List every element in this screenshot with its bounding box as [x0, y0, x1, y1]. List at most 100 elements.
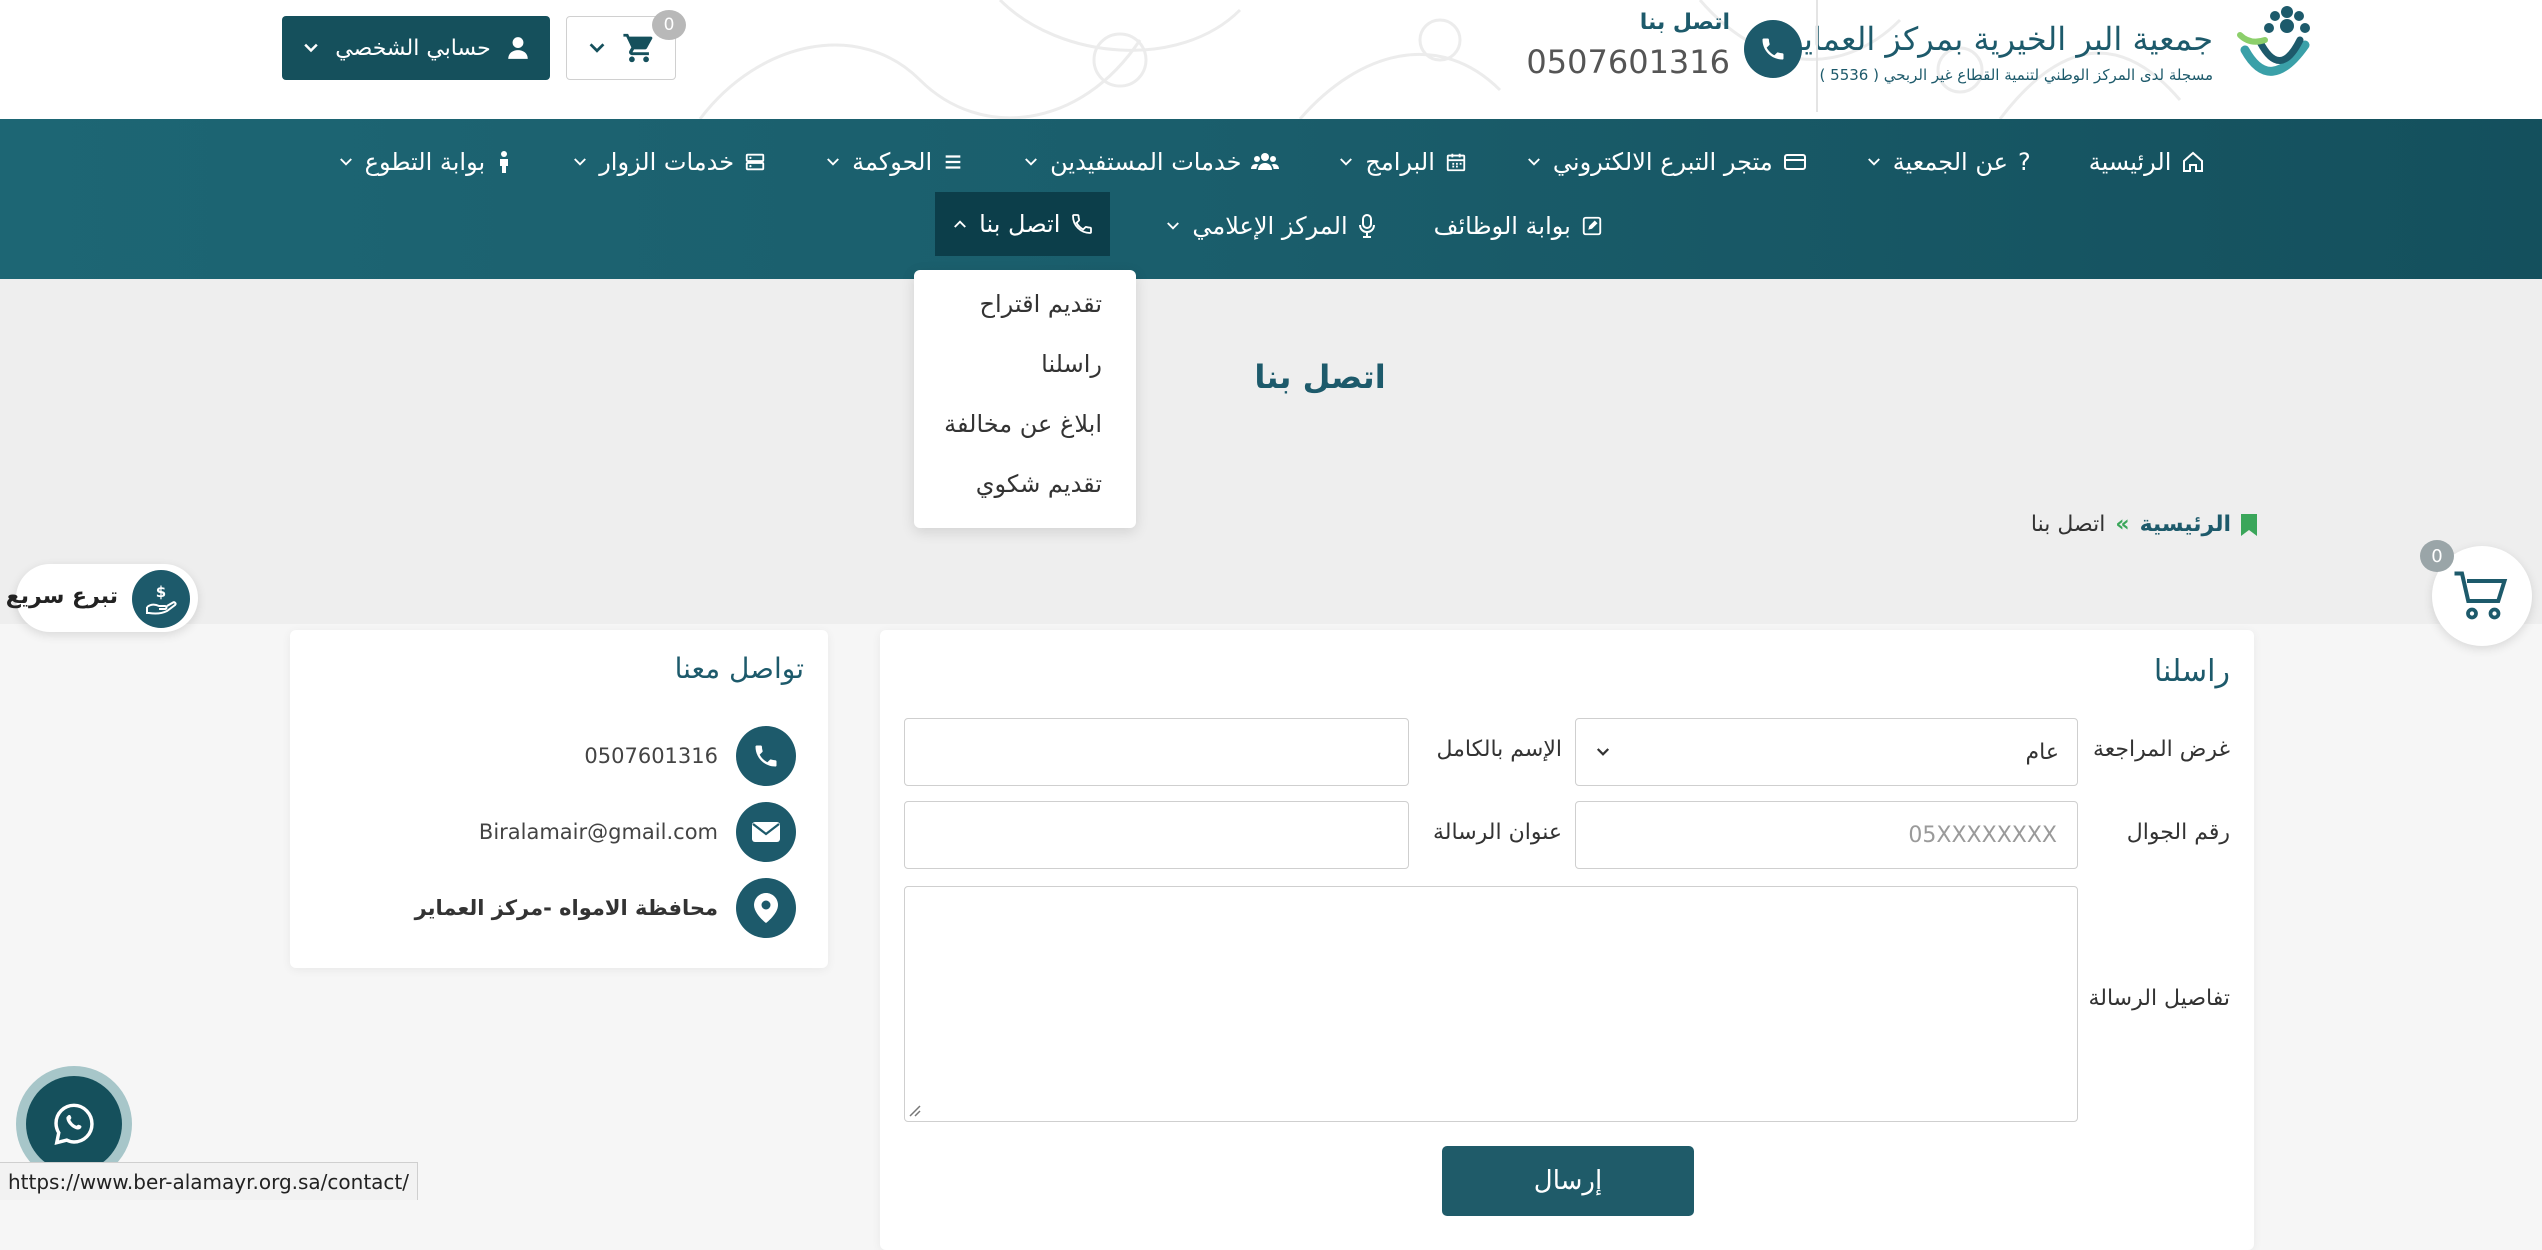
chevron-up-icon: [954, 220, 967, 228]
map-pin-icon: [736, 878, 796, 938]
chevron-down-icon: [1596, 748, 1610, 756]
header-divider: [1816, 0, 1818, 112]
nav-item-label: متجر التبرع الالكتروني: [1552, 148, 1773, 176]
nav-item-programs[interactable]: البرامج: [1333, 139, 1470, 185]
question-icon: ?: [2017, 148, 2031, 176]
nav-item-home[interactable]: الرئيسية: [2085, 139, 2210, 185]
my-account-button[interactable]: حسابي الشخصي: [282, 16, 550, 80]
nav-item-contact-us[interactable]: اتصل بنا: [935, 192, 1111, 256]
contact-us-dropdown: تقديم اقتراح راسلنا ابلاغ عن مخالفة تقدي…: [914, 270, 1136, 528]
contact-info-address-row: محافظة الامواه -مركز العماير: [415, 878, 796, 938]
dropdown-item-suggestion[interactable]: تقديم اقتراح: [980, 290, 1102, 318]
subject-label: عنوان الرسالة: [1433, 820, 1562, 845]
chevron-down-icon: [1340, 158, 1353, 166]
contact-info-phone[interactable]: 0507601316: [584, 744, 718, 768]
nav-item-jobs-portal[interactable]: بوابة الوظائف: [1430, 203, 1607, 249]
header-contact-label: اتصل بنا: [1639, 10, 1730, 35]
details-label: تفاصيل الرسالة: [2088, 986, 2230, 1011]
mobile-input[interactable]: [1575, 801, 2078, 869]
phone-icon: [736, 726, 796, 786]
submit-button[interactable]: إرسال: [1442, 1146, 1694, 1216]
page-hero: [0, 279, 2542, 624]
nav-item-label: بوابة التطوع: [364, 148, 486, 176]
chevron-down-icon: [339, 158, 352, 166]
mobile-label: رقم الجوال: [2126, 820, 2230, 845]
nav-item-label: عن الجمعية: [1892, 148, 2008, 176]
users-icon: [1251, 153, 1280, 170]
nav-item-label: اتصل بنا: [979, 210, 1061, 238]
nav-item-label: المركز الإعلامي: [1192, 212, 1348, 240]
nav-item-visitor-services[interactable]: خدمات الزوار: [567, 139, 770, 185]
logo-subtitle: مسجلة لدى المركز الوطني لتنمية القطاع غي…: [1819, 66, 2213, 84]
message-form-card: راسلنا غرض المراجعة عام الإسم بالكامل رق…: [880, 630, 2254, 1250]
chevron-down-icon: [304, 43, 318, 53]
svg-text:$: $: [156, 583, 166, 601]
calendar-icon: [1446, 153, 1466, 172]
resize-grip-icon[interactable]: [908, 1104, 922, 1118]
purpose-select[interactable]: عام: [1575, 718, 2078, 786]
quick-donate-label: تبرع سريع: [5, 584, 118, 609]
contact-info-email-row: Biralamair@gmail.com: [479, 802, 796, 862]
bookmark-icon: [2241, 513, 2257, 536]
chevron-down-icon: [574, 158, 587, 166]
nav-item-about[interactable]: ? عن الجمعية: [1861, 139, 2035, 185]
edit-square-icon: [1582, 216, 1602, 236]
nav-item-label: البرامج: [1365, 148, 1435, 176]
phone-icon: [1744, 20, 1802, 78]
breadcrumb-current: اتصل بنا: [2030, 512, 2106, 537]
cart-count-badge: 0: [652, 10, 686, 40]
quick-donate-button[interactable]: $ تبرع سريع: [6, 564, 198, 632]
cart-icon: [623, 33, 653, 63]
nav-item-beneficiary-services[interactable]: خدمات المستفيدين: [1018, 139, 1283, 185]
breadcrumb-home-link[interactable]: الرئيسية: [2140, 512, 2231, 537]
logo-mark-icon: [2237, 6, 2310, 76]
logo-title: جمعية البر الخيرية بمركز العماير: [1786, 20, 2213, 58]
chevron-down-icon: [1867, 158, 1880, 166]
nav-item-label: خدمات الزوار: [599, 148, 735, 176]
nav-item-label: بوابة الوظائف: [1433, 212, 1571, 240]
chevron-down-icon: [827, 158, 840, 166]
chevron-down-icon: [1167, 222, 1180, 230]
nav-item-donation-store[interactable]: متجر التبرع الالكتروني: [1521, 139, 1811, 185]
fullname-label: الإسم بالكامل: [1436, 737, 1562, 762]
contact-info-address: محافظة الامواه -مركز العماير: [414, 896, 718, 920]
my-account-label: حسابي الشخصي: [335, 35, 491, 61]
header-contact[interactable]: اتصل بنا 0507601316: [1526, 8, 1802, 92]
phone-icon: [1072, 214, 1093, 234]
fullname-input[interactable]: [904, 718, 1409, 786]
form-title: راسلنا: [2153, 654, 2230, 689]
user-icon: [507, 37, 528, 59]
status-bar-url: https://www.ber-alamayr.org.sa/contact/: [0, 1162, 418, 1200]
dropdown-item-complaint[interactable]: تقديم شكوي: [976, 470, 1102, 498]
nav-item-label: الرئيسية: [2088, 148, 2172, 176]
donate-hand-icon: $: [132, 570, 190, 628]
cart-outline-icon: [2454, 571, 2508, 620]
floating-cart-count-badge: 0: [2420, 540, 2454, 572]
purpose-label: غرض المراجعة: [2092, 737, 2230, 762]
contact-info-email[interactable]: Biralamair@gmail.com: [479, 820, 718, 844]
subject-input[interactable]: [904, 801, 1409, 869]
association-logo[interactable]: جمعية البر الخيرية بمركز العماير مسجلة ل…: [1786, 0, 2325, 100]
nav-row-primary: الرئيسية ? عن الجمعية متجر التبرع الالكت…: [0, 139, 2542, 185]
nav-item-label: الحوكمة: [852, 148, 933, 176]
nav-item-media-center[interactable]: المركز الإعلامي: [1160, 203, 1379, 249]
dropdown-item-message-us[interactable]: راسلنا: [1041, 350, 1102, 378]
microphone-icon: [1358, 214, 1375, 238]
nav-item-label: خدمات المستفيدين: [1050, 148, 1242, 176]
details-textarea[interactable]: [904, 886, 2078, 1122]
chevron-down-icon: [1527, 158, 1540, 166]
header-contact-number[interactable]: 0507601316: [1526, 43, 1730, 81]
top-header: جمعية البر الخيرية بمركز العماير مسجلة ل…: [0, 0, 2542, 119]
chevron-down-icon: [589, 43, 605, 53]
whatsapp-icon: [26, 1076, 122, 1172]
nav-item-volunteer-portal[interactable]: بوابة التطوع: [333, 139, 518, 185]
dropdown-item-report-violation[interactable]: ابلاغ عن مخالفة: [944, 410, 1102, 438]
person-icon: [500, 151, 509, 173]
contact-info-title: تواصل معنا: [674, 652, 804, 685]
contact-info-phone-row: 0507601316: [584, 726, 796, 786]
home-icon: [2183, 151, 2204, 172]
server-icon: [745, 153, 765, 171]
list-icon: [945, 155, 961, 169]
nav-item-governance[interactable]: الحوكمة: [820, 139, 968, 185]
breadcrumb-separator: »: [2115, 512, 2130, 537]
